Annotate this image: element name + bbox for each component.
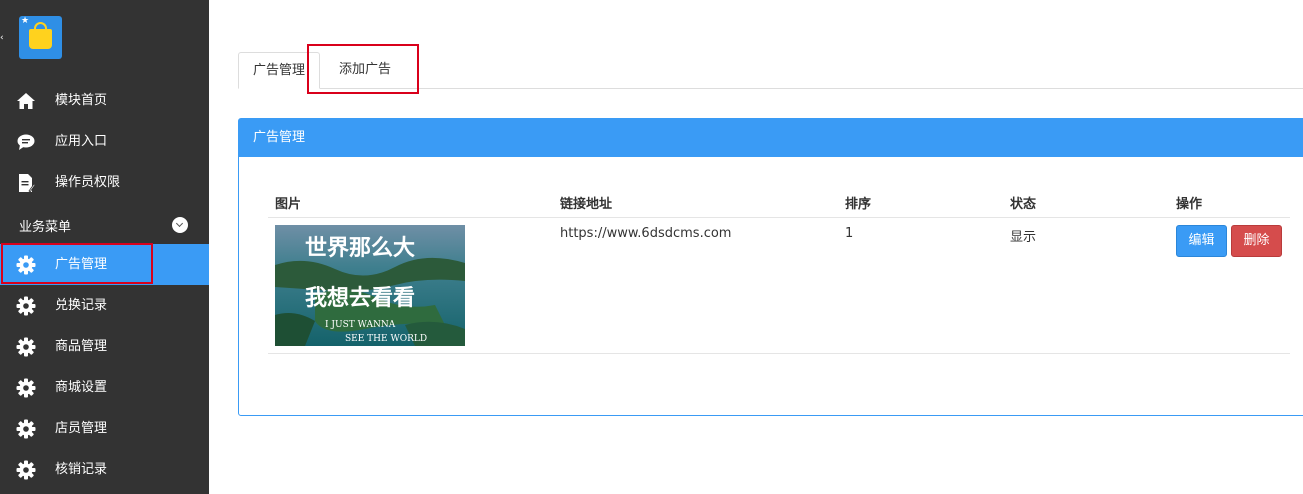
sidebar-item-label: 操作员权限: [55, 175, 121, 190]
home-icon: [16, 91, 36, 111]
sidebar-item-module-home[interactable]: 模块首页: [0, 80, 209, 121]
ad-link: https://www.6dsdcms.com: [560, 226, 732, 241]
ad-status: 显示: [1010, 230, 1037, 245]
gear-icon: [16, 460, 36, 480]
gear-icon: [16, 255, 36, 275]
sidebar-item-label: 广告管理: [55, 257, 108, 272]
edit-button[interactable]: 编辑: [1176, 225, 1227, 257]
sidebar-item-label: 兑换记录: [55, 298, 108, 313]
section-label: 业务菜单: [19, 220, 72, 235]
panel-title: 广告管理: [239, 119, 1303, 157]
sidebar-item-label: 商城设置: [55, 380, 108, 395]
gear-icon: [16, 419, 36, 439]
business-menu-section[interactable]: 业务菜单: [0, 204, 209, 244]
sidebar-item-ad-management[interactable]: 广告管理: [0, 244, 209, 285]
gear-icon: [16, 337, 36, 357]
sidebar-item-verification-records[interactable]: 核销记录: [0, 449, 209, 490]
sidebar-item-label: 店员管理: [55, 421, 108, 436]
gear-icon: [16, 296, 36, 316]
sidebar-item-operator-permissions[interactable]: 操作员权限: [0, 162, 209, 203]
ad-image-caption-3: I JUST WANNA: [325, 320, 396, 330]
document-edit-icon: [16, 173, 36, 193]
star-icon: ★: [21, 16, 30, 26]
ad-order: 1: [845, 226, 854, 241]
sidebar-item-label: 核销记录: [55, 462, 108, 477]
sidebar-item-mall-settings[interactable]: 商城设置: [0, 367, 209, 408]
delete-button[interactable]: 删除: [1231, 225, 1282, 257]
ad-image-caption-4: SEE THE WORLD: [345, 334, 427, 344]
table-row-divider: [268, 353, 1290, 354]
sidebar-item-product-management[interactable]: 商品管理: [0, 326, 209, 367]
app-logo[interactable]: ★: [19, 16, 62, 59]
tab-ad-management[interactable]: 广告管理: [238, 52, 320, 89]
sidebar: ‹ ★ 模块首页 应用入口 操作员权限 业务菜单 广告管理 兑换记录 商品管理 …: [0, 0, 209, 494]
table-header-divider: [268, 217, 1290, 218]
sidebar-item-label: 商品管理: [55, 339, 108, 354]
sidebar-item-app-entry[interactable]: 应用入口: [0, 121, 209, 162]
ad-image: 世界那么大 我想去看看 I JUST WANNA SEE THE WORLD: [275, 225, 465, 346]
sidebar-item-label: 模块首页: [55, 93, 108, 108]
column-header-status: 状态: [1010, 197, 1037, 212]
shopping-bag-icon: [29, 29, 52, 49]
chevron-down-icon[interactable]: [172, 217, 188, 233]
sidebar-item-label: 应用入口: [55, 134, 108, 149]
column-header-image: 图片: [275, 197, 302, 212]
column-header-actions: 操作: [1176, 197, 1203, 212]
column-header-order: 排序: [845, 197, 872, 212]
ad-image-caption-2: 我想去看看: [305, 285, 415, 311]
sidebar-item-exchange-records[interactable]: 兑换记录: [0, 285, 209, 326]
column-header-link: 链接地址: [560, 197, 613, 212]
collapse-arrow-icon[interactable]: ‹: [0, 33, 4, 43]
chat-bubble-icon: [16, 132, 36, 152]
sidebar-item-staff-management[interactable]: 店员管理: [0, 408, 209, 449]
gear-icon: [16, 378, 36, 398]
ad-image-caption-1: 世界那么大: [305, 235, 415, 261]
tab-add-ad[interactable]: 添加广告: [320, 52, 410, 89]
